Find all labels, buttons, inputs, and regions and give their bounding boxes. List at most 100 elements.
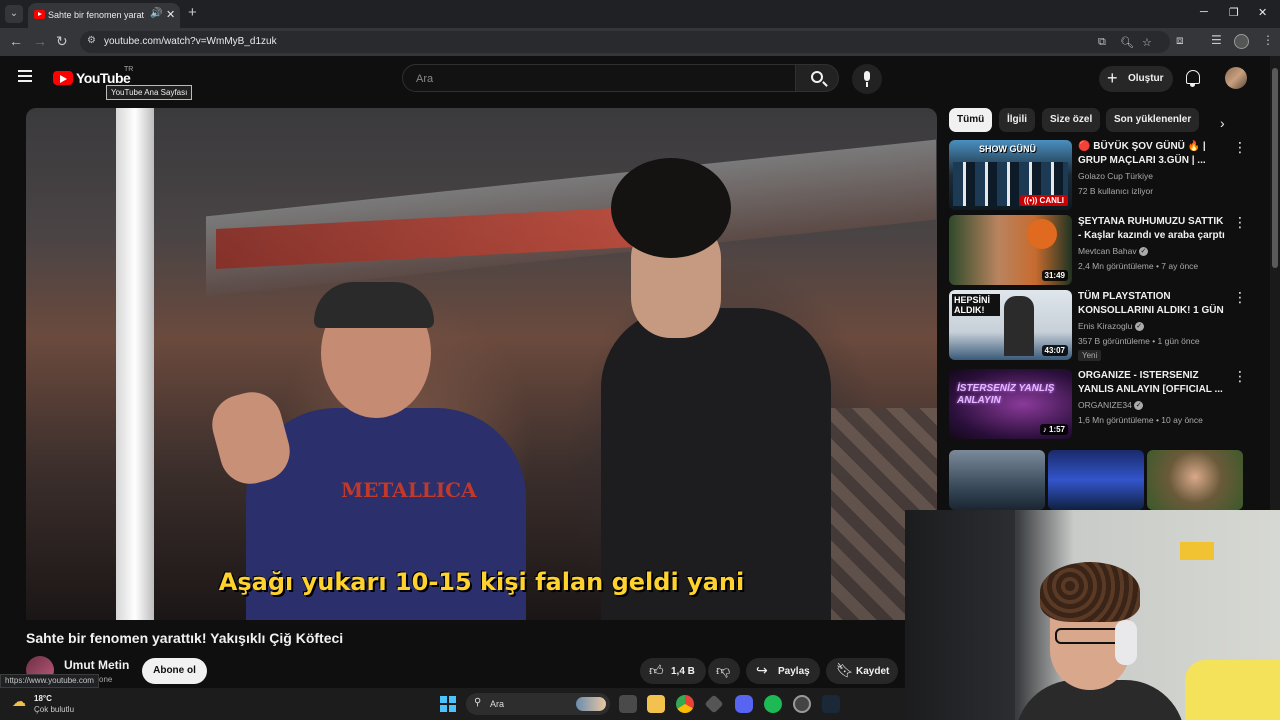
video-thumbnail[interactable]: HEPSİNİ ALDIK! 43:07: [949, 290, 1072, 360]
minimize-icon[interactable]: ─: [1200, 6, 1208, 18]
chrome-icon[interactable]: [676, 695, 694, 713]
windows-taskbar: ☁ 18°C Çok bulutlu ⚲ Ara: [0, 688, 905, 720]
video-thumbnail[interactable]: 31:49: [949, 215, 1072, 285]
more-options-icon[interactable]: ⋮: [1233, 290, 1247, 304]
app-icon[interactable]: [793, 695, 811, 713]
forward-icon[interactable]: →: [33, 33, 47, 49]
logo-tooltip: YouTube Ana Sayfası: [106, 85, 193, 100]
notifications-bell-icon[interactable]: [1186, 70, 1200, 87]
recommendation-item[interactable]: HEPSİNİ ALDIK! 43:07 TÜM PLAYSTATION KON…: [949, 290, 1249, 361]
video-player[interactable]: METALLICA Aşağı yukarı 10-15 kişi falan …: [26, 108, 937, 620]
search-icon: ⚲: [474, 697, 482, 708]
recommendation-title[interactable]: ŞEYTANA RUHUMUZU SATTIK - Kaşlar kazındı…: [1078, 215, 1228, 245]
reload-icon[interactable]: ↻: [56, 33, 68, 49]
youtube-logo-text[interactable]: YouTube: [76, 70, 131, 86]
browser-profile-avatar[interactable]: [1234, 34, 1249, 49]
like-button[interactable]: 👍︎ 1,4 B: [640, 658, 706, 684]
tab-search-dropdown[interactable]: ⌄: [5, 5, 23, 23]
search-highlight-art: [576, 697, 606, 711]
window-close-icon[interactable]: ✕: [1258, 6, 1267, 19]
recommendation-title[interactable]: ORGANIZE - ISTERSENIZ YANLIS ANLAYIN [OF…: [1078, 369, 1228, 397]
weather-cloud-icon[interactable]: ☁: [12, 693, 32, 713]
status-bar-url: https://www.youtube.com: [0, 674, 99, 688]
chip-related[interactable]: İlgili: [999, 108, 1035, 132]
browser-tab-active[interactable]: Sahte bir fenomen yarattık! 🔊 ✕: [28, 3, 180, 28]
chevron-right-icon[interactable]: ›: [1220, 115, 1225, 131]
media-control-icon[interactable]: ☰: [1211, 33, 1222, 47]
restore-icon[interactable]: ❐: [1229, 6, 1239, 19]
recommendation-title[interactable]: 🔴 BÜYÜK ŞOV GÜNÜ 🔥 | GRUP MAÇLARI 3.GÜN …: [1078, 140, 1228, 168]
bookmark-star-icon[interactable]: ☆: [1142, 36, 1152, 49]
verified-icon: ✓: [1138, 247, 1148, 257]
address-bar[interactable]: ⚙ youtube.com/watch?v=WmMyB_d1zuk ⧉ 🔍︎ ☆: [80, 31, 1170, 53]
more-options-icon[interactable]: ⋮: [1233, 369, 1247, 383]
task-view-icon[interactable]: [619, 695, 637, 713]
search-input[interactable]: Ara: [402, 64, 796, 92]
more-options-icon[interactable]: ⋮: [1233, 215, 1247, 229]
scrollbar-thumb[interactable]: [1272, 68, 1278, 268]
site-info-icon[interactable]: ⚙: [87, 35, 96, 46]
subscribe-button[interactable]: Abone ol: [142, 658, 207, 684]
discord-icon[interactable]: [735, 695, 753, 713]
recommendation-meta: 357 B görüntüleme • 1 gün önce: [1078, 336, 1200, 346]
like-count: 1,4 B: [671, 666, 695, 677]
taskbar-search[interactable]: ⚲ Ara: [466, 693, 610, 715]
spotify-icon[interactable]: [764, 695, 782, 713]
headphones-shape: [1115, 620, 1137, 665]
zoom-icon[interactable]: 🔍︎: [1120, 36, 1134, 49]
recommendation-meta: 72 B kullanıcı izliyor: [1078, 186, 1154, 196]
weather-desc[interactable]: Çok bulutlu: [34, 705, 74, 714]
voice-search-icon[interactable]: [852, 64, 882, 94]
install-app-icon[interactable]: ⧉: [1098, 36, 1106, 49]
short-thumbnail[interactable]: [1147, 450, 1243, 510]
subscriber-count: one: [99, 675, 113, 684]
chip-for-you[interactable]: Size özel: [1042, 108, 1101, 132]
youtube-favicon-icon: [34, 10, 45, 19]
share-label: Paylaş: [778, 666, 810, 677]
channel-name[interactable]: Umut Metin: [64, 658, 129, 672]
start-menu-icon[interactable]: [440, 696, 456, 712]
chip-all[interactable]: Tümü: [949, 108, 993, 132]
browser-tab-bar: ⌄ Sahte bir fenomen yarattık! 🔊 ✕ + ─ ❐ …: [0, 0, 1280, 28]
short-thumbnail[interactable]: [1048, 450, 1144, 510]
recommendation-item[interactable]: İSTERSENİZ YANLIŞ ANLAYIN ♪ 1:57 ORGANIZ…: [949, 369, 1249, 439]
steam-icon[interactable]: [822, 695, 840, 713]
search-button[interactable]: [795, 64, 839, 92]
search-icon: [811, 71, 823, 83]
thumb-caption: HEPSİNİ ALDIK!: [952, 294, 1000, 316]
recommendation-item[interactable]: SHOW GÜNÜ ((•)) CANLI 🔴 BÜYÜK ŞOV GÜNÜ 🔥…: [949, 140, 1249, 210]
back-icon[interactable]: ←: [9, 33, 23, 49]
short-thumbnail[interactable]: [949, 450, 1045, 510]
hamburger-menu-icon[interactable]: [18, 70, 32, 82]
video-thumbnail[interactable]: İSTERSENİZ YANLIŞ ANLAYIN ♪ 1:57: [949, 369, 1072, 439]
recommendation-channel[interactable]: Mevtcan Bahav ✓: [1078, 246, 1148, 257]
create-button[interactable]: + Oluştur: [1099, 66, 1173, 92]
more-options-icon[interactable]: ⋮: [1233, 140, 1247, 154]
new-tab-button[interactable]: +: [188, 5, 197, 21]
browser-menu-icon[interactable]: ⋮: [1262, 33, 1274, 47]
webcam-overlay: [905, 510, 1280, 720]
verified-icon: ✓: [1134, 401, 1144, 411]
tab-close-icon[interactable]: ✕: [166, 8, 175, 21]
thumb-caption: SHOW GÜNÜ: [979, 144, 1036, 154]
share-button[interactable]: ↪ Paylaş: [746, 658, 820, 684]
audio-playing-icon[interactable]: 🔊: [150, 8, 162, 19]
weather-temp[interactable]: 18°C: [34, 694, 52, 703]
file-explorer-icon[interactable]: [647, 695, 665, 713]
chip-recent[interactable]: Son yüklenenler: [1106, 108, 1200, 132]
user-avatar[interactable]: [1225, 67, 1247, 89]
extensions-icon[interactable]: ⧈: [1176, 33, 1184, 48]
duration-badge: 43:07: [1041, 345, 1068, 356]
recommendation-item[interactable]: 31:49 ŞEYTANA RUHUMUZU SATTIK - Kaşlar k…: [949, 215, 1249, 285]
dislike-button[interactable]: 👎︎: [708, 658, 740, 684]
recommendation-channel[interactable]: Enis Kirazoglu ✓: [1078, 321, 1144, 332]
recommendation-title[interactable]: TÜM PLAYSTATION KONSOLLARINI ALDIK! 1 GÜ…: [1078, 290, 1228, 320]
live-badge: ((•)) CANLI: [1019, 195, 1068, 206]
recommendation-channel[interactable]: Golazo Cup Türkiye: [1078, 171, 1153, 181]
app-icon[interactable]: [704, 694, 724, 714]
save-button[interactable]: 🔖︎ Kaydet: [826, 658, 898, 684]
bookmark-icon: 🔖︎: [836, 662, 854, 678]
recommendation-channel[interactable]: ORGANIZE34 ✓: [1078, 400, 1144, 411]
youtube-logo-icon[interactable]: [53, 71, 73, 85]
video-thumbnail[interactable]: SHOW GÜNÜ ((•)) CANLI: [949, 140, 1072, 210]
